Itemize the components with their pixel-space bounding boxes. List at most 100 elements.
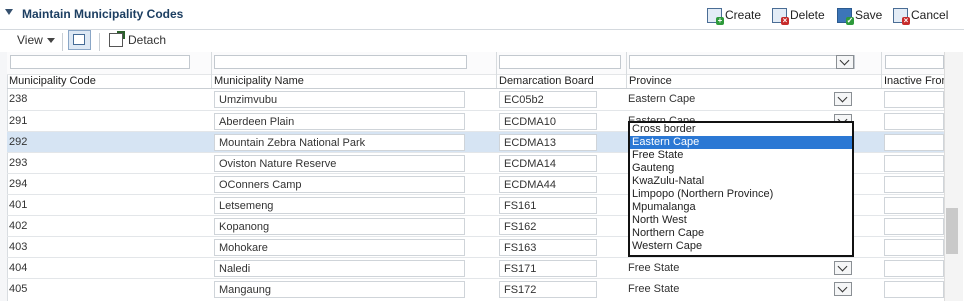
table-row[interactable]: 404 Naledi FS171 Free State (7, 258, 944, 279)
municipality-name-input[interactable]: OConners Camp (214, 176, 465, 193)
save-button[interactable]: ✓ Save (837, 6, 882, 25)
table-row[interactable]: 238 Umzimvubu EC05b2 Eastern Cape (7, 89, 944, 110)
province-option[interactable]: Mpumalanga (630, 201, 852, 214)
municipality-name-input[interactable]: Umzimvubu (214, 91, 465, 108)
demarcation-board-input[interactable]: ECDMA44 (499, 176, 597, 193)
demarcation-board-input[interactable]: ECDMA13 (499, 134, 597, 151)
province-dropdown-button[interactable] (834, 92, 852, 106)
municipality-name-input[interactable]: Mountain Zebra National Park (214, 134, 465, 151)
filter-board-input[interactable] (499, 55, 621, 69)
demarcation-board-input[interactable]: ECDMA14 (499, 155, 597, 172)
province-option[interactable]: KwaZulu-Natal (630, 175, 852, 188)
inactive-from-input[interactable] (884, 281, 944, 298)
detach-icon (109, 31, 125, 47)
column-divider (881, 52, 882, 89)
municipality-code: 402 (9, 220, 28, 232)
cancel-label: Cancel (911, 8, 949, 22)
inactive-from-input[interactable] (884, 197, 944, 214)
inactive-from-input[interactable] (884, 91, 944, 108)
province-option[interactable]: Cross border (630, 123, 852, 136)
create-label: Create (725, 8, 762, 22)
municipality-code: 238 (9, 93, 28, 105)
filter-province-select[interactable] (629, 55, 855, 69)
column-header-inactive[interactable]: Inactive From (884, 75, 944, 88)
filter-name-input[interactable] (214, 55, 467, 69)
delete-button[interactable]: × Delete (772, 6, 825, 25)
column-header-province[interactable]: Province (629, 75, 879, 88)
toolbar-divider (0, 29, 964, 30)
column-header-board[interactable]: Demarcation Board (499, 75, 624, 88)
province-dropdown-list: Cross border Eastern Cape Free State Gau… (628, 121, 854, 257)
query-by-example-button[interactable] (68, 30, 91, 50)
municipality-name-input[interactable]: Letsemeng (214, 197, 465, 214)
municipality-name-input[interactable]: Aberdeen Plain (214, 113, 465, 130)
province-option[interactable]: Free State (630, 149, 852, 162)
municipality-name-input[interactable]: Mohokare (214, 239, 465, 256)
province-value[interactable]: Eastern Cape (628, 93, 695, 105)
scrollbar-thumb[interactable] (946, 208, 958, 254)
filter-code-input[interactable] (10, 55, 190, 69)
municipality-code: 403 (9, 241, 28, 253)
demarcation-board-input[interactable]: FS172 (499, 281, 597, 298)
column-header-name[interactable]: Municipality Name (214, 75, 494, 88)
collapse-caret-icon[interactable] (5, 9, 13, 15)
inactive-from-input[interactable] (884, 260, 944, 277)
municipality-name-input[interactable]: Naledi (214, 260, 465, 277)
province-option[interactable]: North West (630, 214, 852, 227)
cancel-icon: × (893, 7, 910, 25)
demarcation-board-input[interactable]: FS162 (499, 218, 597, 235)
detach-button[interactable]: Detach (109, 31, 167, 47)
province-option[interactable]: Western Cape (630, 240, 852, 253)
province-option-selected[interactable]: Eastern Cape (630, 136, 852, 149)
filter-inactive-input[interactable] (885, 55, 944, 69)
province-option[interactable]: Northern Cape (630, 227, 852, 240)
cancel-button[interactable]: × Cancel (893, 6, 949, 25)
demarcation-board-input[interactable]: ECDMA10 (499, 113, 597, 130)
inactive-from-input[interactable] (884, 134, 944, 151)
delete-icon: × (772, 7, 789, 25)
filter-table-icon (73, 34, 85, 45)
province-dropdown-button[interactable] (834, 282, 852, 296)
demarcation-board-input[interactable]: FS163 (499, 239, 597, 256)
inactive-from-input[interactable] (884, 239, 944, 256)
municipality-code: 291 (9, 115, 28, 127)
province-value[interactable]: Free State (628, 283, 679, 295)
vertical-scrollbar[interactable] (944, 52, 963, 301)
demarcation-board-input[interactable]: FS171 (499, 260, 597, 277)
province-option[interactable]: Limpopo (Northern Province) (630, 188, 852, 201)
inactive-from-input[interactable] (884, 176, 944, 193)
column-divider (496, 52, 497, 89)
municipality-code: 292 (9, 136, 28, 148)
demarcation-board-input[interactable]: FS161 (499, 197, 597, 214)
chevron-down-icon (837, 282, 848, 293)
detach-label: Detach (128, 33, 167, 47)
table-row[interactable]: 405 Mangaung FS172 Free State (7, 279, 944, 300)
column-header-code[interactable]: Municipality Code (9, 75, 209, 88)
chevron-down-icon (839, 55, 850, 66)
demarcation-board-input[interactable]: EC05b2 (499, 91, 597, 108)
province-value[interactable]: Free State (628, 262, 679, 274)
municipality-name-input[interactable]: Mangaung (214, 281, 465, 298)
province-option[interactable]: Gauteng (630, 162, 852, 175)
municipality-name-input[interactable]: Oviston Nature Reserve (214, 155, 465, 172)
municipality-name-input[interactable]: Kopanong (214, 218, 465, 235)
inactive-from-input[interactable] (884, 218, 944, 235)
create-icon: + (707, 7, 724, 25)
chevron-down-icon (837, 92, 848, 103)
delete-label: Delete (790, 8, 825, 22)
municipality-code: 401 (9, 199, 28, 211)
inactive-from-input[interactable] (884, 113, 944, 130)
create-button[interactable]: + Create (707, 6, 762, 25)
inactive-from-input[interactable] (884, 155, 944, 172)
filter-province-dropdown[interactable] (836, 55, 854, 69)
save-icon: ✓ (837, 7, 854, 25)
municipality-code: 405 (9, 283, 28, 295)
toolbar-separator (62, 33, 63, 51)
grid-left-gutter (0, 52, 7, 301)
view-label: View (17, 33, 43, 47)
column-divider (211, 52, 212, 89)
municipality-code: 293 (9, 157, 28, 169)
province-dropdown-button[interactable] (834, 261, 852, 275)
municipality-code: 294 (9, 178, 28, 190)
view-menu-button[interactable]: View (17, 33, 55, 47)
